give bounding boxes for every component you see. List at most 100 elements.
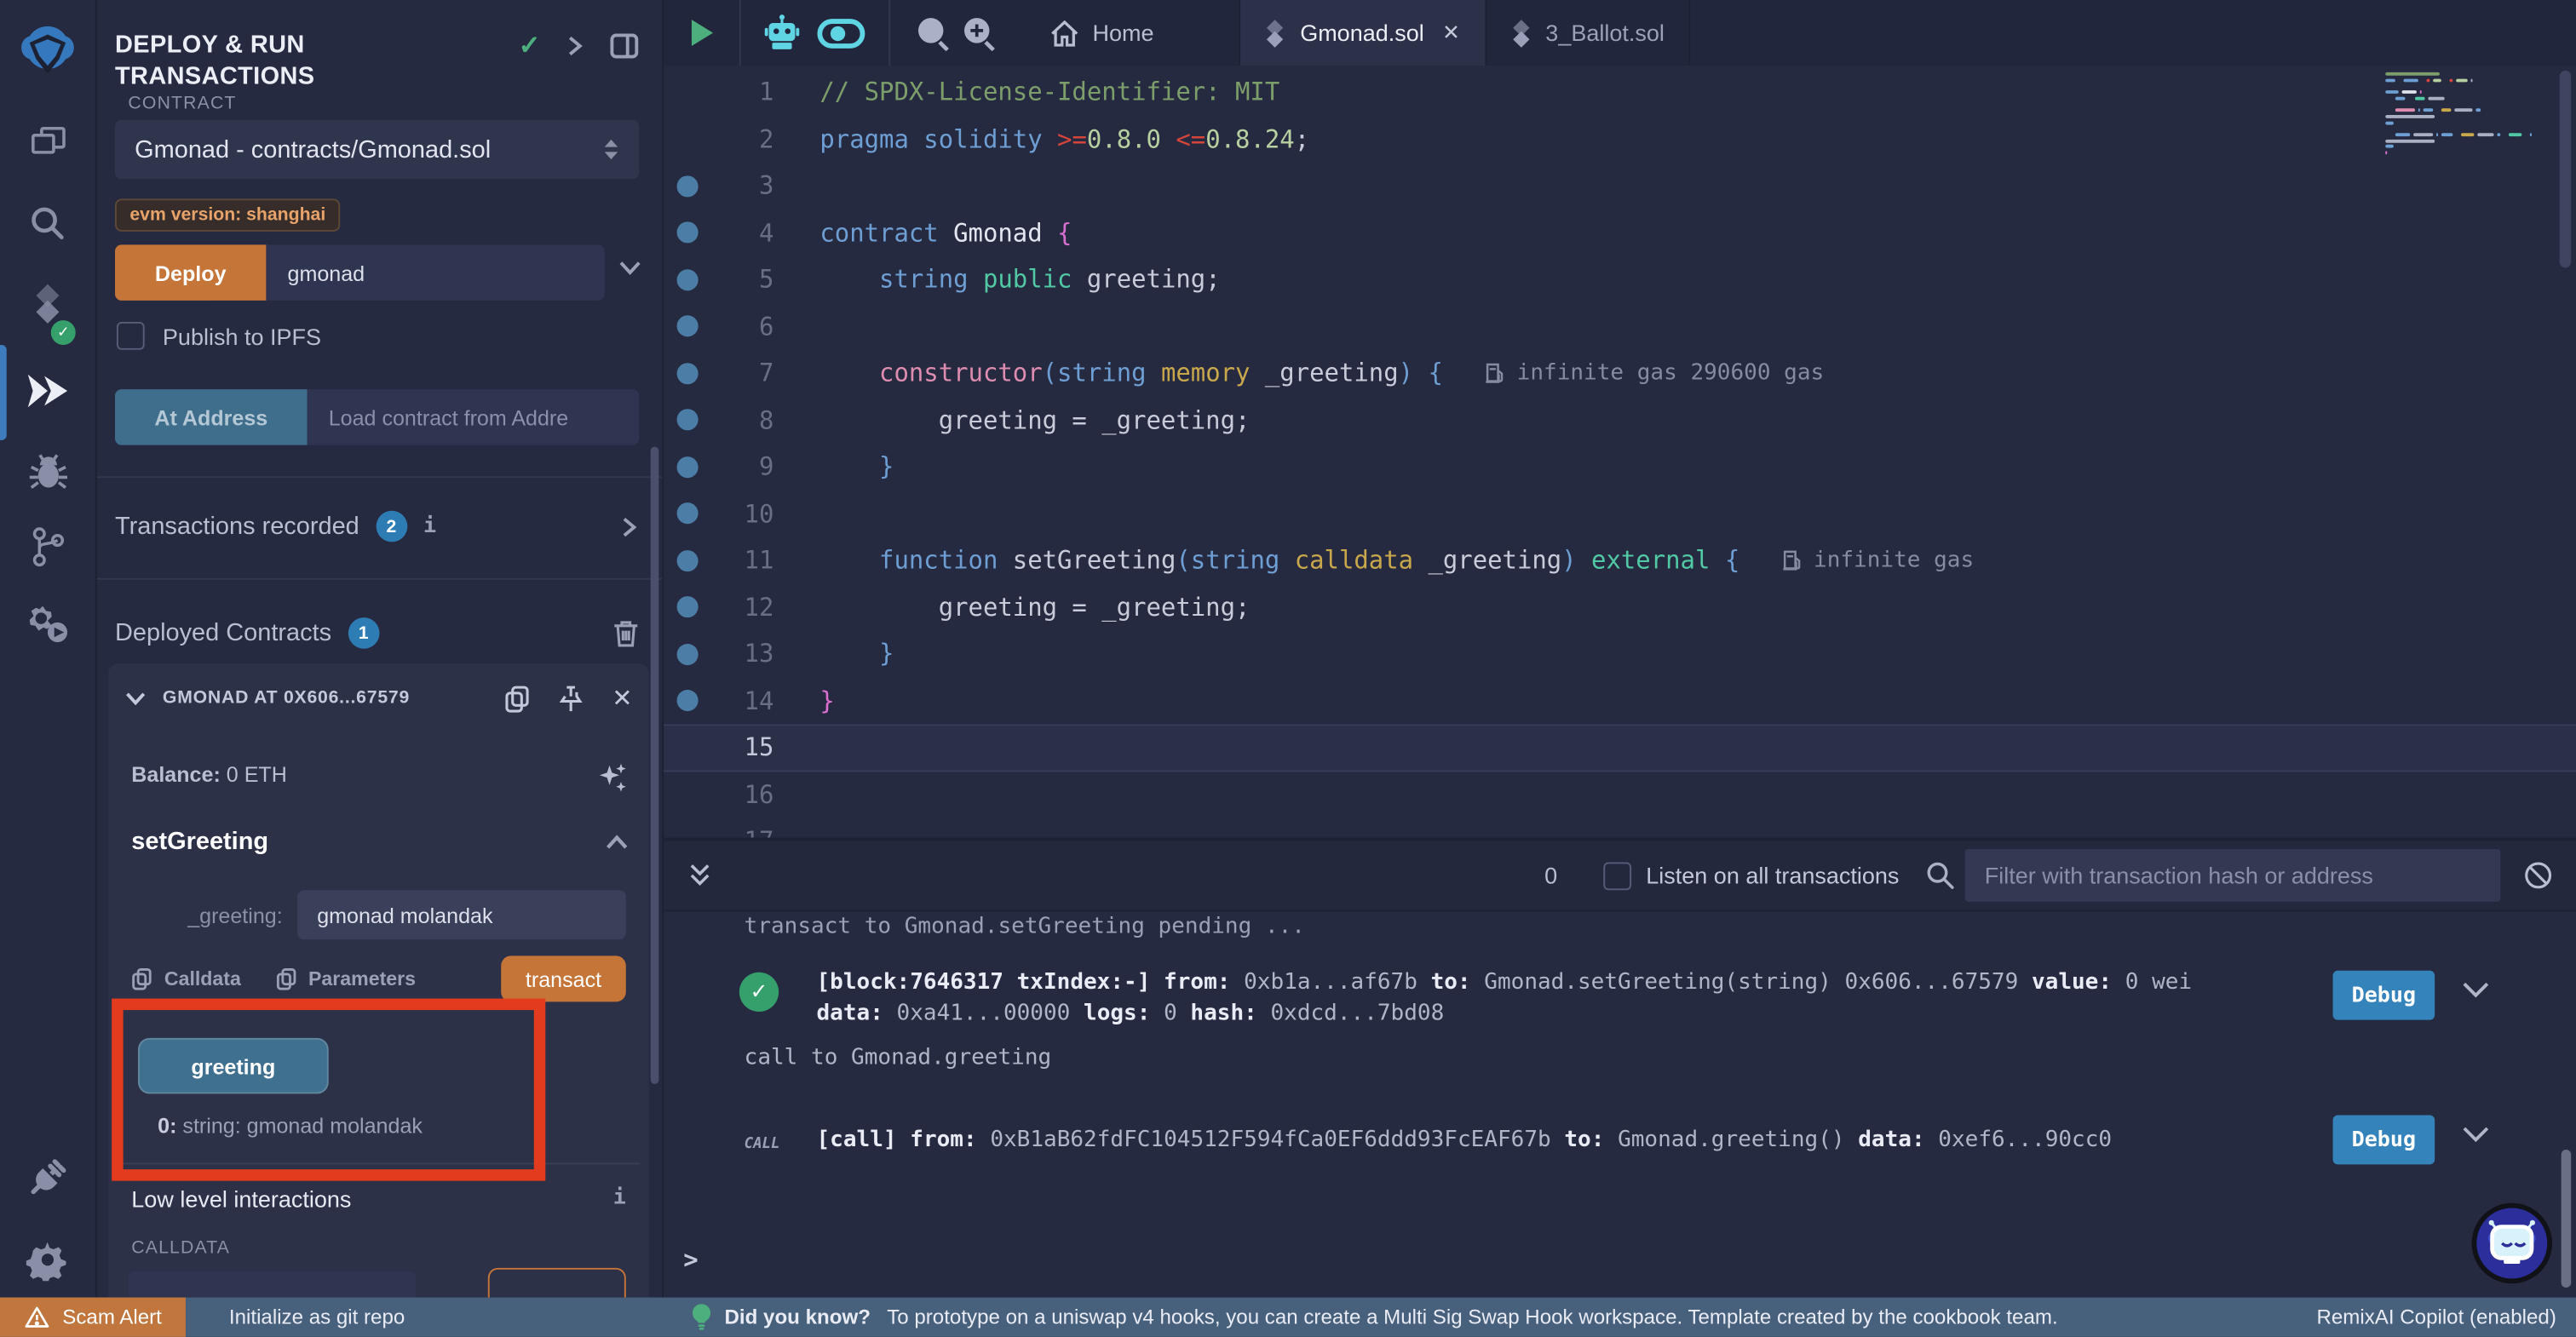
info-icon[interactable]: i (423, 514, 436, 539)
transact-button[interactable]: transact (501, 955, 626, 1001)
constructor-arg-input[interactable] (266, 244, 604, 301)
ai-copilot-avatar[interactable] (2471, 1202, 2553, 1284)
code-line[interactable]: 9 } (662, 444, 2576, 491)
plugin-manager-icon[interactable] (0, 588, 95, 660)
file-explorer-icon[interactable] (0, 108, 95, 174)
remix-logo-icon[interactable] (0, 13, 95, 89)
collapse-fn-chevron-icon[interactable] (605, 835, 630, 851)
deploy-button[interactable]: Deploy (115, 244, 266, 301)
panel-chevron-right-icon[interactable] (565, 35, 584, 58)
breakpoint-dot-icon[interactable] (677, 175, 699, 197)
solidity-compiler-icon[interactable]: ✓ (0, 269, 95, 341)
terminal-prompt[interactable]: > (683, 1245, 698, 1275)
breakpoint-dot-icon[interactable] (677, 644, 699, 665)
breakpoint-dot-icon[interactable] (677, 269, 699, 290)
panel-layout-icon[interactable] (609, 33, 639, 60)
publish-ipfs-checkbox[interactable] (117, 322, 145, 350)
at-address-input[interactable] (308, 389, 640, 445)
code-line[interactable]: 12 greeting = _greeting; (662, 584, 2576, 631)
code-line[interactable]: 14} (662, 678, 2576, 725)
git-icon[interactable] (0, 513, 95, 582)
low-level-info-icon[interactable]: i (613, 1185, 626, 1212)
breakpoint-dot-icon[interactable] (677, 456, 699, 478)
breakpoint-dot-icon[interactable] (677, 597, 699, 618)
settings-gear-icon[interactable] (0, 1225, 95, 1294)
breakpoint-dot-icon[interactable] (677, 363, 699, 384)
contract-card-title[interactable]: GMONAD AT 0X606...67579 (163, 688, 412, 708)
contract-collapse-chevron-icon[interactable] (125, 691, 147, 705)
double-chevron-down-icon[interactable] (688, 862, 711, 888)
ai-robot-icon[interactable] (764, 13, 800, 52)
code-line[interactable]: 13 } (662, 631, 2576, 678)
ai-toggle-icon[interactable] (816, 17, 865, 49)
close-contract-icon[interactable]: ✕ (612, 683, 632, 713)
minimap[interactable] (2385, 72, 2533, 175)
pin-icon[interactable] (560, 684, 584, 712)
code-line[interactable]: 16 (662, 771, 2576, 818)
debug-button-2[interactable]: Debug (2333, 1116, 2435, 1165)
code-line[interactable]: 5 string public greeting; (662, 256, 2576, 303)
terminal-scrollbar[interactable] (2562, 1150, 2572, 1288)
code-line[interactable]: 10 (662, 491, 2576, 537)
code-editor[interactable]: 1// SPDX-License-Identifier: MIT2pragma … (662, 66, 2576, 837)
gutter-space[interactable] (677, 129, 699, 150)
debug-button-1[interactable]: Debug (2333, 971, 2435, 1020)
breakpoint-dot-icon[interactable] (677, 503, 699, 525)
scam-alert-button[interactable]: Scam Alert (0, 1298, 187, 1337)
code-line[interactable]: 6 (662, 303, 2576, 350)
breakpoint-dot-icon[interactable] (677, 410, 699, 431)
filter-input[interactable] (1965, 849, 2501, 902)
code-line[interactable]: 7 constructor(string memory _greeting) {… (662, 350, 2576, 397)
code-line[interactable]: 2pragma solidity >=0.8.0 <=0.8.24; (662, 116, 2576, 163)
expand-tx1-chevron-icon[interactable] (2461, 980, 2491, 998)
code-line[interactable]: 15 (662, 724, 2576, 771)
parameters-button[interactable]: Parameters (308, 967, 416, 990)
gutter-space[interactable] (677, 82, 699, 103)
code-line[interactable]: 4contract Gmonad { (662, 209, 2576, 256)
calldata-button[interactable]: Calldata (164, 967, 241, 990)
tx1-line1[interactable]: [block:7646317 txIndex:-] from: 0xb1a...… (816, 969, 2192, 996)
at-address-button[interactable]: At Address (115, 389, 308, 445)
init-git-repo-button[interactable]: Initialize as git repo (229, 1305, 405, 1328)
transactions-expand-chevron-icon[interactable] (619, 515, 639, 538)
copy-calldata-icon[interactable] (131, 967, 152, 990)
zoom-out-icon[interactable] (917, 15, 952, 50)
tx1-line2[interactable]: data: 0xa41...00000 logs: 0 hash: 0xdcd.… (816, 1001, 1444, 1027)
trash-icon[interactable] (612, 619, 639, 647)
low-level-calldata-input[interactable] (128, 1271, 416, 1298)
deploy-expand-chevron-icon[interactable] (618, 260, 642, 276)
close-tab-icon[interactable]: ✕ (1442, 20, 1460, 46)
panel-scrollbar[interactable] (651, 447, 659, 1084)
listen-all-checkbox[interactable] (1603, 862, 1631, 890)
search-icon[interactable] (0, 191, 95, 256)
breakpoint-dot-icon[interactable] (677, 316, 699, 337)
code-line[interactable]: 11 function setGreeting(string calldata … (662, 537, 2576, 584)
tab-gmonad-sol[interactable]: Gmonad.sol ✕ (1239, 0, 1486, 66)
tab-3-ballot-sol[interactable]: 3_Ballot.sol (1486, 0, 1691, 66)
code-line[interactable]: 8 greeting = _greeting; (662, 397, 2576, 444)
zoom-in-icon[interactable] (963, 15, 998, 50)
sparkles-icon[interactable] (596, 762, 630, 795)
copy-address-icon[interactable] (505, 684, 532, 712)
copy-parameters-icon[interactable] (275, 967, 296, 990)
expand-tx2-chevron-icon[interactable] (2461, 1125, 2491, 1143)
deploy-run-icon[interactable] (0, 355, 95, 427)
breakpoint-dot-icon[interactable] (677, 690, 699, 711)
editor-scrollbar[interactable] (2560, 71, 2572, 267)
breakpoint-dot-icon[interactable] (677, 222, 699, 244)
low-level-send-button[interactable] (488, 1268, 626, 1298)
code-line[interactable]: 17 (662, 818, 2576, 837)
gutter-space[interactable] (677, 783, 699, 805)
terminal-search-icon[interactable] (1925, 861, 1955, 891)
gutter-space[interactable] (677, 830, 699, 837)
home-tab[interactable]: Home (1049, 19, 1153, 47)
code-line[interactable]: 1// SPDX-License-Identifier: MIT (662, 69, 2576, 116)
greeting-getter-button[interactable]: greeting (138, 1038, 329, 1094)
gutter-space[interactable] (677, 737, 699, 758)
run-script-icon[interactable] (692, 20, 713, 46)
plug-icon[interactable] (0, 1143, 95, 1212)
debugger-icon[interactable] (0, 437, 95, 506)
code-line[interactable]: 3 (662, 163, 2576, 209)
greeting-param-input[interactable] (297, 890, 626, 939)
contract-select[interactable]: Gmonad - contracts/Gmonad.sol (115, 120, 639, 179)
